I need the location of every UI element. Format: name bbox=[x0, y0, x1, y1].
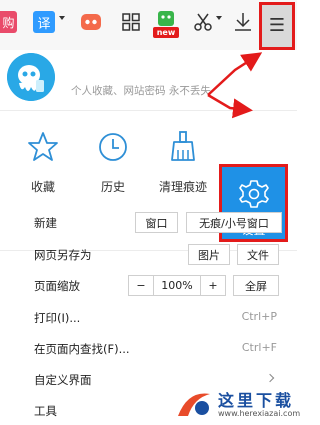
watermark-logo-icon bbox=[178, 393, 210, 416]
watermark-url: www.herexiazai.com bbox=[218, 409, 301, 418]
watermark-text: 这里下载 bbox=[218, 391, 295, 410]
arrow-to-menu-icon bbox=[207, 52, 263, 96]
annotation-arrows bbox=[207, 52, 263, 119]
watermark: 这里下载 www.herexiazai.com bbox=[170, 385, 300, 425]
arrow-to-settings-icon bbox=[207, 93, 253, 119]
